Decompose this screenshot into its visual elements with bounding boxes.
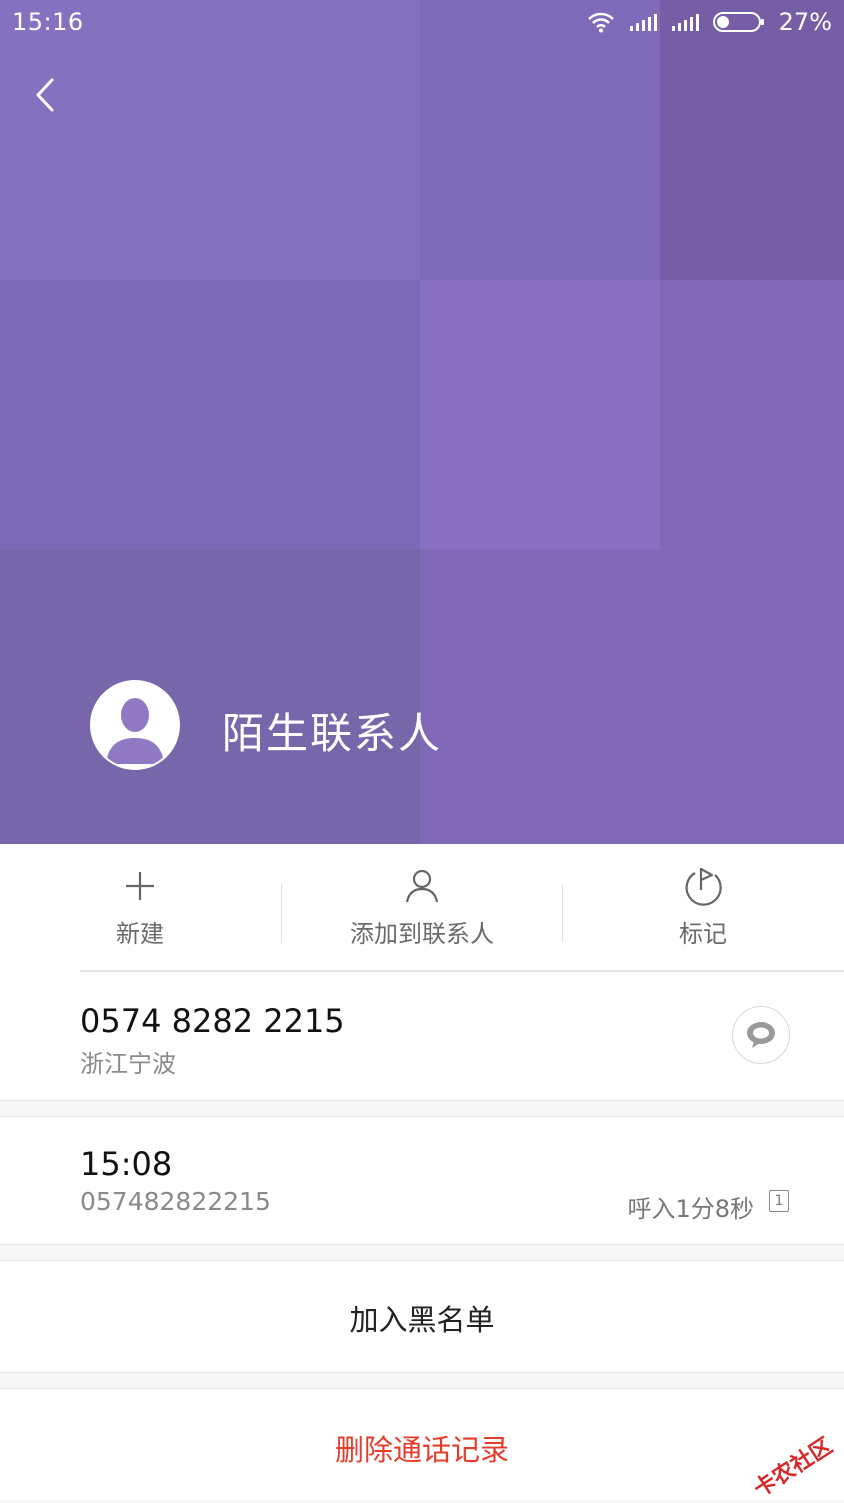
background-tile <box>0 550 420 844</box>
battery-icon <box>712 12 764 32</box>
battery-percent: 27% <box>778 8 832 36</box>
new-contact-button[interactable]: 新建 <box>40 844 240 972</box>
phone-number: 0574 8282 2215 <box>80 1002 345 1040</box>
add-to-contacts-label: 添加到联系人 <box>350 920 494 948</box>
person-silhouette-icon <box>92 682 178 768</box>
divider <box>0 1100 844 1101</box>
status-bar: 15:16 27% <box>0 0 844 46</box>
background-tile <box>660 280 844 550</box>
delete-call-log-label: 删除通话记录 <box>334 1433 509 1467</box>
mark-label: 标记 <box>679 920 727 948</box>
phone-location: 浙江宁波 <box>80 1050 176 1078</box>
divider <box>281 884 282 942</box>
call-time: 15:08 <box>80 1145 173 1183</box>
background-tile <box>420 550 844 844</box>
send-message-button[interactable] <box>732 1006 790 1064</box>
background-tile <box>0 280 420 550</box>
back-button[interactable] <box>20 70 70 120</box>
avatar <box>90 680 180 770</box>
call-detail: 呼入1分8秒 <box>627 1195 754 1223</box>
signal-icon <box>629 14 657 31</box>
person-outline-icon <box>405 869 439 903</box>
divider <box>0 1372 844 1373</box>
plus-icon <box>126 872 154 900</box>
chevron-left-icon <box>36 78 54 112</box>
phone-number-card[interactable]: 0574 8282 2215 浙江宁波 <box>0 972 844 1100</box>
background-tile <box>420 280 660 550</box>
message-bubble-icon <box>747 1022 775 1048</box>
divider <box>0 1244 844 1245</box>
contact-header: 15:16 27% 陌生联系人 <box>0 0 844 844</box>
mark-button[interactable]: 标记 <box>603 844 803 972</box>
new-contact-label: 新建 <box>116 920 164 948</box>
call-number: 057482822215 <box>80 1187 271 1216</box>
contact-name: 陌生联系人 <box>222 709 443 758</box>
status-time: 15:16 <box>12 8 84 36</box>
add-to-contacts-button[interactable]: 添加到联系人 <box>282 844 562 972</box>
divider <box>562 884 563 942</box>
add-to-blacklist-button[interactable]: 加入黑名单 <box>0 1261 844 1372</box>
signal-icon <box>671 14 699 31</box>
wifi-icon <box>587 12 614 33</box>
action-row: 新建 添加到联系人 标记 <box>0 844 844 972</box>
call-record-item[interactable]: 15:08 057482822215 呼入1分8秒 <box>0 1117 844 1244</box>
delete-call-log-button[interactable]: 删除通话记录 <box>0 1389 844 1500</box>
sim-slot-badge: 1 <box>769 1190 789 1212</box>
add-to-blacklist-label: 加入黑名单 <box>349 1303 495 1337</box>
flag-icon <box>685 868 722 906</box>
